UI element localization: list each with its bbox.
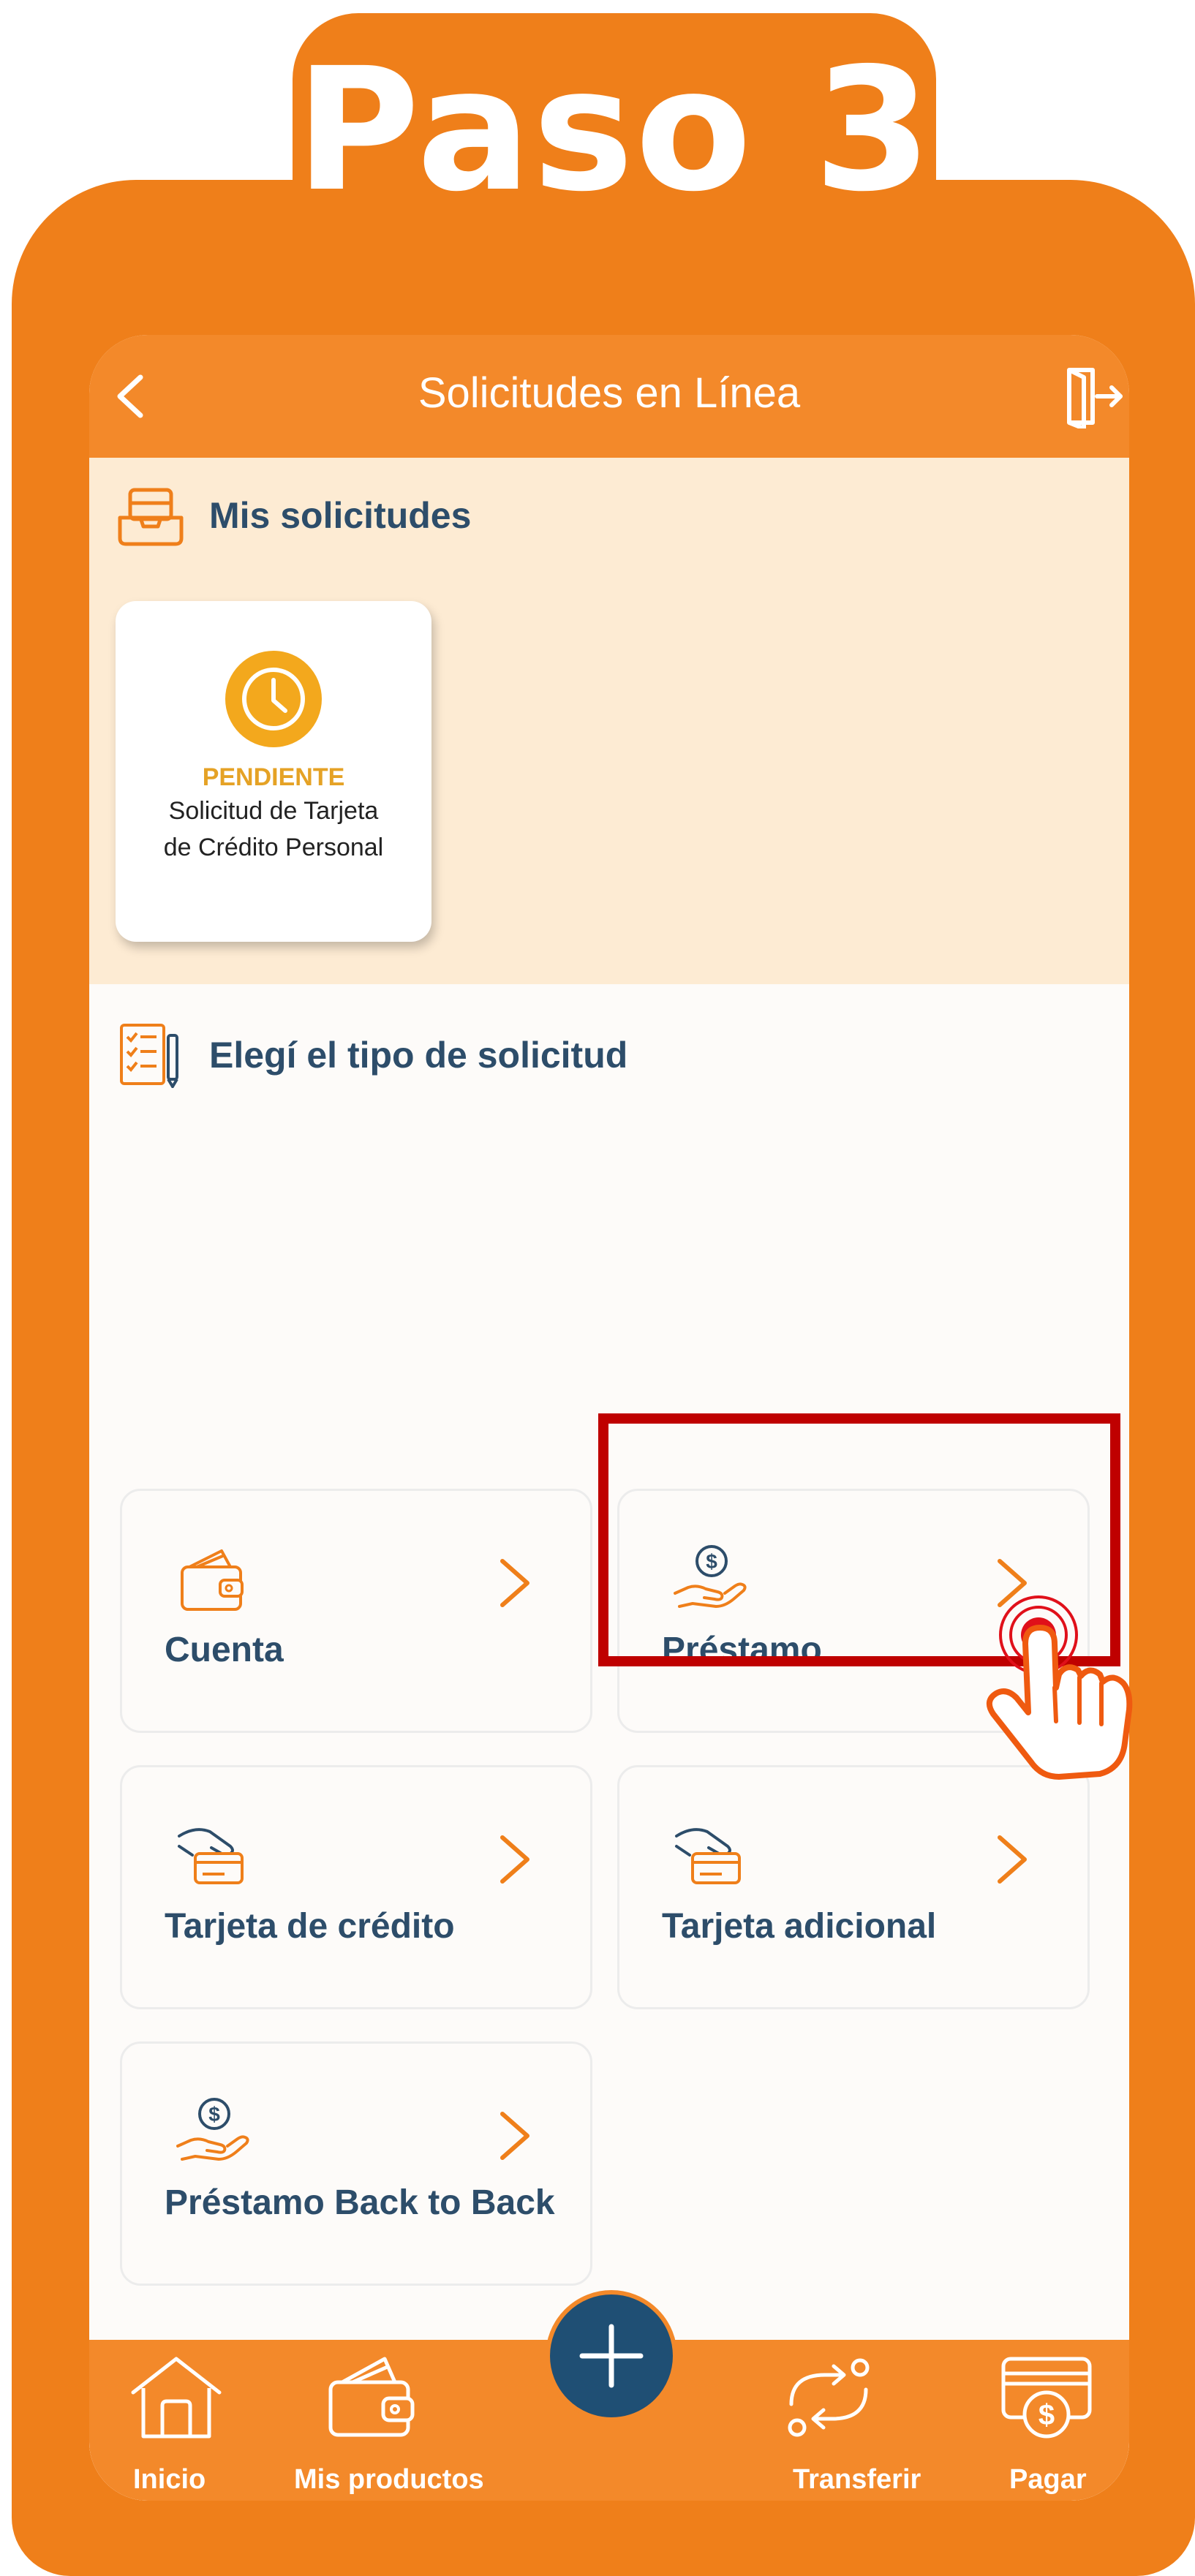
transfer-icon [788, 2358, 870, 2437]
option-label: Tarjeta adicional [662, 1907, 937, 1946]
request-types-section: Elegí el tipo de solicitud Cuenta $ Prés… [89, 984, 1129, 2501]
step-title: Paso 3 [295, 31, 934, 229]
option-cuenta[interactable]: Cuenta [120, 1489, 592, 1733]
svg-text:$: $ [208, 2103, 220, 2126]
option-prestamo-back-to-back[interactable]: $ Préstamo Back to Back [120, 2041, 592, 2286]
status-badge: PENDIENTE [202, 763, 345, 791]
nav-inicio[interactable]: Inicio [89, 2340, 265, 2501]
chevron-right-icon [500, 1559, 529, 1607]
nav-transferir[interactable]: Transferir [733, 2340, 923, 2501]
my-requests-section: Mis solicitudes PENDIENTE Solicitud de T… [89, 458, 1129, 984]
svg-text:$: $ [1038, 2399, 1055, 2431]
nav-pagar[interactable]: $ Pagar [952, 2340, 1129, 2501]
nav-label: Transferir [793, 2464, 921, 2495]
request-description-line: de Crédito Personal [163, 834, 384, 861]
pay-icon: $ [1001, 2357, 1092, 2439]
option-tarjeta-de-credito[interactable]: Tarjeta de crédito [120, 1765, 592, 2009]
my-requests-title: Mis solicitudes [209, 495, 472, 536]
request-types-title: Elegí el tipo de solicitud [209, 1035, 628, 1076]
chevron-right-icon [998, 1835, 1027, 1884]
plus-icon [579, 2324, 644, 2388]
option-label: Préstamo Back to Back [165, 2183, 555, 2222]
request-description: Solicitud de Tarjeta de Crédito Personal [123, 793, 424, 866]
nav-label: Pagar [1009, 2464, 1087, 2495]
clock-icon [225, 651, 322, 747]
loan-hand-dollar-icon: $ [176, 2098, 249, 2161]
option-label: Cuenta [165, 1631, 284, 1669]
logout-icon[interactable] [1062, 364, 1125, 428]
option-tarjeta-adicional[interactable]: Tarjeta adicional [617, 1765, 1090, 2009]
card-in-hand-icon [675, 1828, 741, 1884]
nav-mis-productos[interactable]: Mis productos [265, 2340, 484, 2501]
pending-request-card[interactable]: PENDIENTE Solicitud de Tarjeta de Crédit… [116, 601, 431, 942]
tap-hand-icon [986, 1595, 1133, 1780]
request-description-line: Solicitud de Tarjeta [168, 797, 379, 825]
option-label: Tarjeta de crédito [165, 1907, 455, 1946]
nav-label: Inicio [133, 2464, 206, 2495]
card-in-hand-icon [178, 1828, 244, 1884]
wallet-icon [328, 2357, 415, 2437]
inbox-tray-icon [118, 488, 184, 546]
checklist-icon [120, 1024, 178, 1088]
home-icon [131, 2357, 222, 2439]
add-button[interactable] [546, 2290, 677, 2422]
wallet-icon [181, 1549, 244, 1611]
nav-label: Mis productos [294, 2464, 484, 2495]
app-header: Solicitudes en Línea [89, 335, 1129, 458]
chevron-right-icon [500, 2112, 529, 2160]
chevron-right-icon [500, 1835, 529, 1884]
page-title: Solicitudes en Línea [418, 369, 801, 417]
